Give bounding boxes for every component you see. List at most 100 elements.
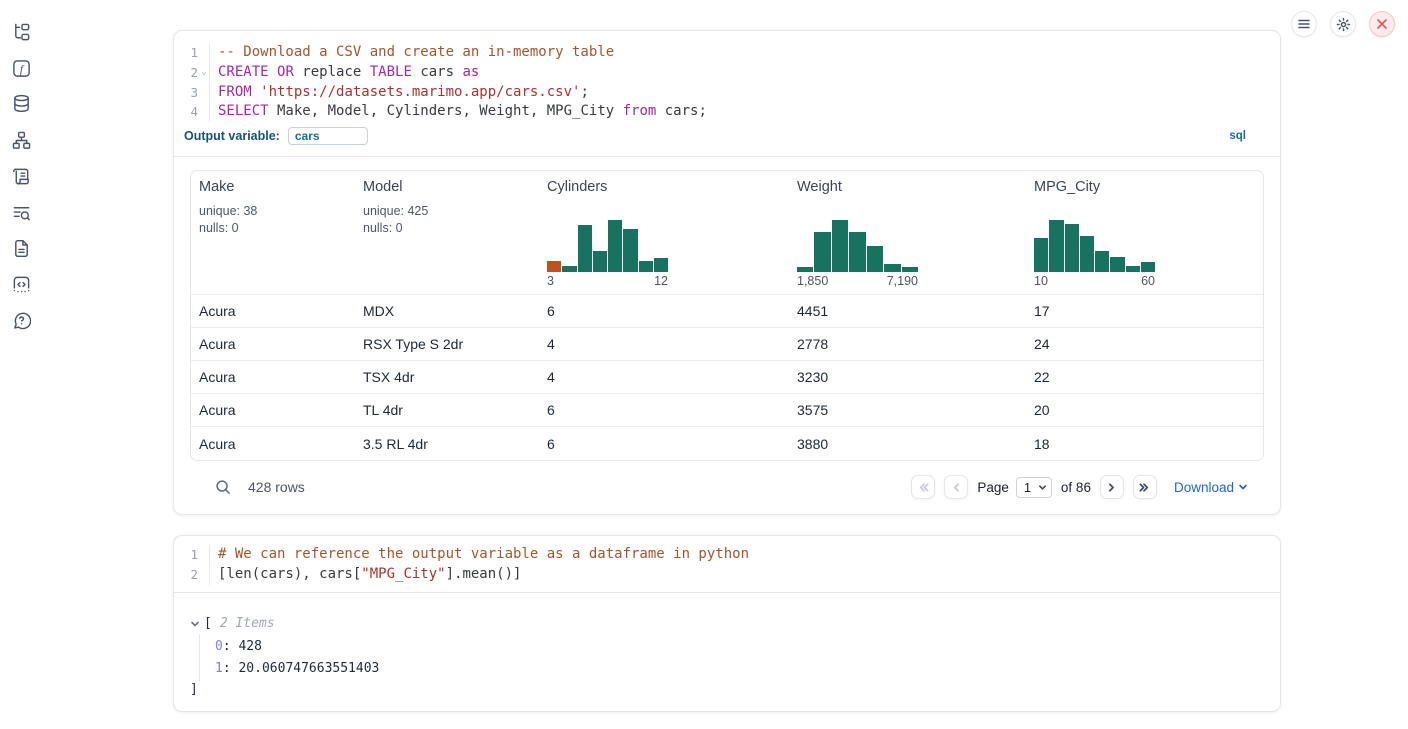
variables-icon[interactable]: f [11, 58, 31, 78]
item-value: 20.060747663551403 [238, 661, 379, 676]
row-count: 428 rows [248, 479, 305, 495]
histogram-bar[interactable] [1095, 251, 1109, 272]
topbar [1291, 11, 1395, 37]
code-line[interactable]: 1 -- Download a CSV and create an in-memo… [174, 43, 1280, 63]
output-variable-input[interactable] [288, 127, 368, 145]
documentation-icon[interactable] [11, 238, 31, 258]
histogram-bar[interactable] [593, 251, 607, 272]
line-number: 1 [174, 43, 198, 63]
table-output: Makeunique: 38nulls: 0Modelunique: 425nu… [174, 157, 1280, 499]
histogram-bar[interactable] [639, 261, 653, 272]
chevrons-right-icon [1138, 481, 1151, 494]
histogram-bar[interactable] [547, 261, 561, 272]
menu-button[interactable] [1291, 11, 1317, 37]
code-line[interactable]: 1# We can reference the output variable … [174, 545, 1280, 565]
output-list-body: 0: 4281: 20.060747663551403 [199, 634, 1280, 682]
sql-cell: 1 -- Download a CSV and create an in-memo… [173, 30, 1281, 515]
histogram-bar[interactable] [654, 258, 668, 272]
datasources-icon[interactable] [11, 93, 31, 113]
histogram-bar[interactable] [623, 229, 637, 272]
table-row[interactable]: Acura3.5 RL 4dr6388018 [191, 427, 1263, 460]
settings-button[interactable] [1330, 11, 1356, 37]
fold-chevron-icon[interactable]: ⌄ [198, 63, 210, 83]
histogram-bar[interactable] [578, 225, 592, 272]
column-header[interactable]: Cylinders312 [539, 171, 789, 294]
column-header[interactable]: Modelunique: 425nulls: 0 [355, 171, 539, 294]
table-row[interactable]: AcuraRSX Type S 2dr4277824 [191, 328, 1263, 361]
table-row[interactable]: AcuraTSX 4dr4323022 [191, 361, 1263, 394]
first-page-button[interactable] [911, 475, 935, 499]
histogram-bar[interactable] [1034, 238, 1048, 272]
menu-icon [1297, 17, 1311, 31]
close-bracket: ] [190, 682, 1280, 697]
output-variable-label: Output variable: [184, 129, 280, 143]
download-button[interactable]: Download [1174, 480, 1248, 495]
histogram-bar[interactable] [562, 266, 576, 272]
code-line[interactable]: 3FROM 'https://datasets.marimo.app/cars.… [174, 83, 1280, 103]
histogram-bar[interactable] [814, 232, 830, 272]
axis-tick-label: 12 [654, 274, 668, 288]
axis-tick-label: 1,850 [797, 274, 828, 288]
table-cell: 18 [1026, 427, 1263, 460]
collapse-chevron-icon[interactable] [190, 619, 200, 629]
histogram-bar[interactable] [1065, 224, 1079, 272]
shutdown-button[interactable] [1369, 11, 1395, 37]
table-row[interactable]: AcuraMDX6445117 [191, 295, 1263, 328]
logs-icon[interactable] [11, 166, 31, 186]
table-cell: 4451 [789, 295, 1026, 327]
output-variable-row: Output variable: sql [174, 122, 1280, 156]
fold-gutter [198, 43, 210, 63]
table-footer: 428 rows Page 1 of 86 [190, 461, 1264, 499]
column-header[interactable]: Makeunique: 38nulls: 0 [191, 171, 355, 294]
column-header[interactable]: MPG_City1060 [1026, 171, 1263, 294]
python-editor[interactable]: 1# We can reference the output variable … [174, 536, 1280, 585]
tracebacks-search-icon[interactable] [11, 202, 31, 222]
histogram-bar[interactable] [1049, 220, 1063, 272]
table-cell: RSX Type S 2dr [355, 328, 539, 360]
axis-tick-label: 3 [547, 274, 554, 288]
histogram-bar[interactable] [832, 220, 848, 272]
histogram-bar[interactable] [797, 267, 813, 273]
histogram-bar[interactable] [1141, 262, 1155, 272]
code-text: -- Download a CSV and create an in-memor… [218, 43, 614, 63]
table-cell: 22 [1026, 361, 1263, 393]
code-line[interactable]: 2[len(cars), cars["MPG_City"].mean()] [174, 565, 1280, 585]
marimo-notebook: f [0, 0, 1408, 729]
histogram-bar[interactable] [1110, 257, 1124, 272]
table-cell: TL 4dr [355, 394, 539, 426]
histogram-bar[interactable] [1126, 266, 1140, 272]
column-stat: nulls: 0 [199, 221, 355, 235]
histogram-bar[interactable] [867, 246, 883, 272]
page-select[interactable]: 1 [1016, 477, 1052, 498]
help-icon[interactable] [11, 310, 31, 330]
next-page-button[interactable] [1100, 475, 1124, 499]
line-number: 2 [174, 565, 198, 585]
code-text: SELECT Make, Model, Cylinders, Weight, M… [218, 102, 707, 122]
sql-editor[interactable]: 1 -- Download a CSV and create an in-memo… [174, 31, 1280, 122]
file-tree-icon[interactable] [11, 22, 31, 42]
dependency-graph-icon[interactable] [11, 130, 31, 150]
column-header[interactable]: Weight1,8507,190 [789, 171, 1026, 294]
python-cell: 1# We can reference the output variable … [173, 535, 1281, 712]
histogram-bar[interactable] [902, 267, 918, 272]
prev-page-button[interactable] [944, 475, 968, 499]
histogram-bar[interactable] [1080, 236, 1094, 272]
snippets-icon[interactable] [11, 274, 31, 294]
table-cell: 20 [1026, 394, 1263, 426]
last-page-button[interactable] [1133, 475, 1157, 499]
code-line[interactable]: 2⌄CREATE OR replace TABLE cars as [174, 63, 1280, 83]
column-stat: unique: 38 [199, 204, 355, 218]
table-cell: Acura [191, 361, 355, 393]
table-cell: MDX [355, 295, 539, 327]
column-histogram [797, 217, 918, 272]
table-cell: 6 [539, 394, 789, 426]
histogram-bar[interactable] [608, 220, 622, 272]
code-text: FROM 'https://datasets.marimo.app/cars.c… [218, 83, 589, 103]
histogram-bar[interactable] [849, 232, 865, 272]
histogram-bar[interactable] [884, 264, 900, 272]
search-icon[interactable] [215, 479, 231, 495]
line-number: 4 [174, 102, 198, 122]
code-line[interactable]: 4 SELECT Make, Model, Cylinders, Weight, … [174, 102, 1280, 122]
table-row[interactable]: AcuraTL 4dr6357520 [191, 394, 1263, 427]
output-list-item: 1: 20.060747663551403 [200, 658, 1280, 680]
